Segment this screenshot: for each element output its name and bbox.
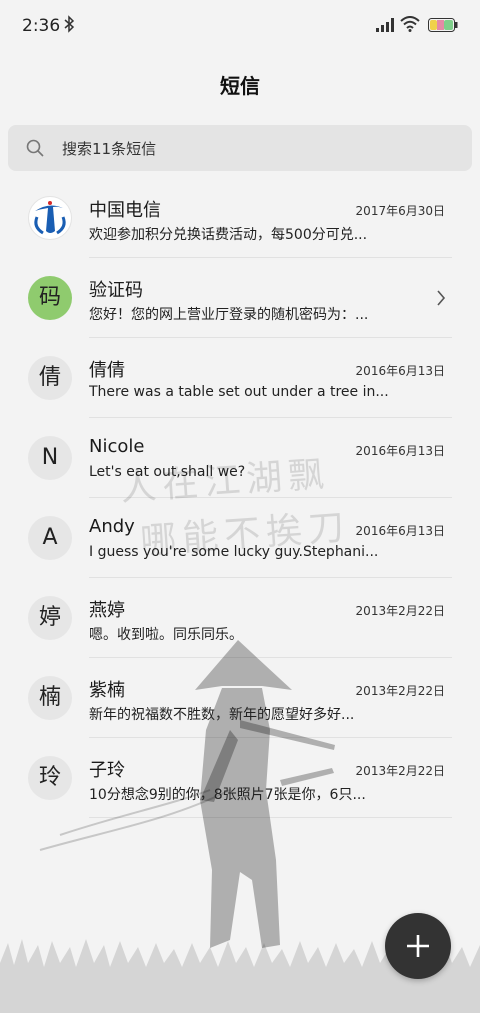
message-row-ziling[interactable]: 玲 子玲 2013年2月22日 10分想念9别的你，8张照片7张是你，6只... (0, 738, 480, 818)
sender-name: 燕婷 (89, 600, 125, 621)
message-row-andy[interactable]: A Andy 2016年6月13日 I guess you're some lu… (0, 498, 480, 578)
avatar: N (28, 436, 72, 480)
plus-icon (407, 935, 429, 957)
message-preview: Let's eat out,shall we? (89, 464, 246, 480)
message-row-verification-code[interactable]: 码 验证码 您好！您的网上营业厅登录的随机密码为：... (0, 258, 480, 338)
message-date: 2013年2月22日 (355, 684, 445, 698)
avatar: A (28, 516, 72, 560)
message-preview: 10分想念9别的你，8张照片7张是你，6只... (89, 787, 366, 803)
avatar: 倩 (28, 356, 72, 400)
status-time: 2:36 (22, 16, 61, 36)
search-icon (26, 139, 44, 157)
message-preview: 新年的祝福数不胜数，新年的愿望好多好... (89, 707, 355, 723)
divider (89, 817, 452, 818)
bluetooth-icon (64, 15, 75, 33)
avatar: 玲 (28, 756, 72, 800)
message-date: 2017年6月30日 (355, 204, 445, 218)
message-row-nicole[interactable]: N Nicole 2016年6月13日 Let's eat out,shall … (0, 418, 480, 498)
message-date: 2016年6月13日 (355, 364, 445, 378)
china-telecom-logo-icon (34, 201, 66, 235)
message-row-qianqian[interactable]: 倩 倩倩 2016年6月13日 There was a table set ou… (0, 338, 480, 418)
message-date: 2016年6月13日 (355, 444, 445, 458)
battery-icon (428, 18, 458, 32)
new-message-button[interactable] (385, 913, 451, 979)
message-row-yanting[interactable]: 婷 燕婷 2013年2月22日 嗯。收到啦。同乐同乐。 (0, 578, 480, 658)
status-bar: 2:36 (0, 0, 480, 52)
sender-name: 中国电信 (89, 200, 161, 221)
message-preview: I guess you're some lucky guy.Stephani..… (89, 544, 379, 560)
avatar: 码 (28, 276, 72, 320)
wifi-icon (400, 16, 420, 32)
signal-icon (376, 18, 394, 32)
message-preview: 嗯。收到啦。同乐同乐。 (89, 627, 243, 643)
message-preview: 您好！您的网上营业厅登录的随机密码为：... (89, 307, 369, 323)
message-date: 2013年2月22日 (355, 604, 445, 618)
message-date: 2013年2月22日 (355, 764, 445, 778)
sender-name: 紫楠 (89, 680, 125, 701)
search-input[interactable]: 搜索11条短信 (8, 125, 472, 171)
message-preview: 欢迎参加积分兑换话费活动，每500分可兑... (89, 227, 368, 243)
message-row-zinan[interactable]: 楠 紫楠 2013年2月22日 新年的祝福数不胜数，新年的愿望好多好... (0, 658, 480, 738)
sender-name: 倩倩 (89, 360, 125, 381)
search-placeholder: 搜索11条短信 (62, 140, 157, 158)
message-preview: There was a table set out under a tree i… (89, 384, 389, 400)
message-date: 2016年6月13日 (355, 524, 445, 538)
sender-name: 子玲 (89, 760, 125, 781)
page-title: 短信 (220, 74, 260, 98)
avatar: 楠 (28, 676, 72, 720)
sender-name: 验证码 (89, 280, 143, 301)
message-list: 中国电信 2017年6月30日 欢迎参加积分兑换话费活动，每500分可兑... … (0, 178, 480, 818)
china-telecom-logo-avatar (28, 196, 72, 240)
sender-name: Nicole (89, 436, 145, 457)
avatar: 婷 (28, 596, 72, 640)
chevron-right-icon[interactable] (436, 290, 446, 306)
message-row-china-telecom[interactable]: 中国电信 2017年6月30日 欢迎参加积分兑换话费活动，每500分可兑... (0, 178, 480, 258)
sender-name: Andy (89, 516, 135, 537)
